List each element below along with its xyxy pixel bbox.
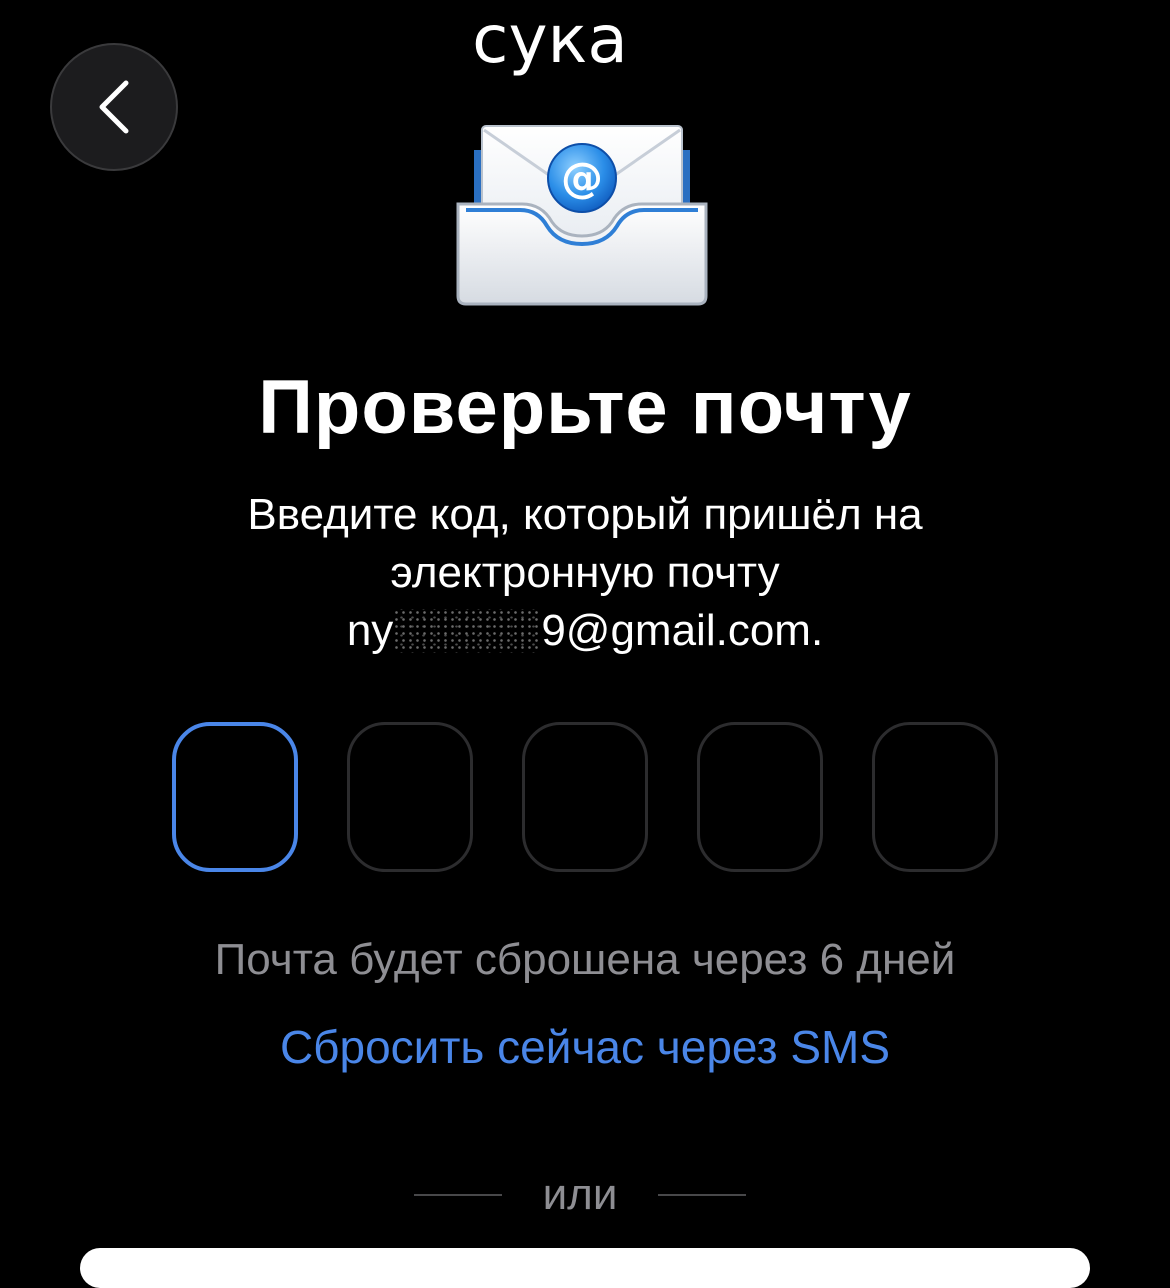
at-symbol: @ — [561, 153, 603, 202]
envelope-at-icon: @ — [452, 118, 712, 308]
instructions-line-1: Введите код, который пришёл на — [247, 490, 923, 539]
reset-via-sms-link[interactable]: Сбросить сейчас через SMS — [0, 1018, 1170, 1076]
page-title: Проверьте почту — [258, 365, 912, 450]
instructions-line-2: электронную почту — [390, 548, 780, 597]
divider-line-left — [414, 1194, 502, 1196]
overlay-caption: сука — [472, 1, 628, 78]
email-prefix: ny — [346, 606, 394, 655]
divider-line-right — [658, 1194, 746, 1196]
back-button[interactable] — [50, 43, 178, 171]
code-input-row — [172, 722, 998, 876]
or-divider: или — [414, 1170, 746, 1220]
instructions-text: Введите код, который пришёл на электронн… — [100, 486, 1070, 660]
code-digit-5[interactable] — [872, 722, 998, 872]
code-digit-3[interactable] — [522, 722, 648, 872]
reset-info-text: Почта будет сброшена через 6 дней — [214, 935, 956, 984]
redacted-area — [393, 609, 542, 653]
code-digit-2[interactable] — [347, 722, 473, 872]
email-suffix: 9@gmail.com. — [541, 606, 824, 655]
code-digit-4[interactable] — [697, 722, 823, 872]
divider-text: или — [542, 1170, 618, 1219]
code-digit-1[interactable] — [172, 722, 298, 872]
email-address: ny 9@gmail.com. — [100, 602, 1070, 660]
bottom-button[interactable] — [80, 1248, 1090, 1288]
chevron-left-icon — [94, 77, 134, 137]
